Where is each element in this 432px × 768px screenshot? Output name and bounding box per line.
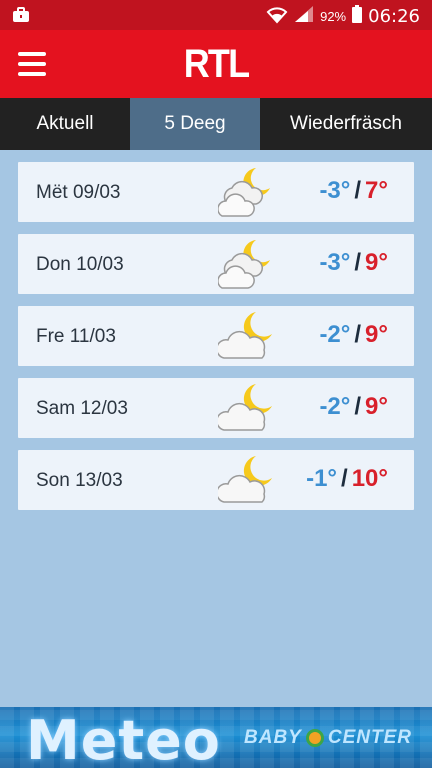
temp-separator: / [354, 321, 362, 348]
temperature-range: -2°/9° [319, 321, 388, 349]
ad-banner[interactable]: Meteo BABY CENTER [0, 707, 432, 768]
min-temp: -2° [319, 321, 351, 348]
forecast-row[interactable]: Son 13/03 -1°/10° [18, 450, 414, 510]
ad-title: Meteo [26, 709, 221, 768]
battery-percentage: 92% [320, 9, 347, 24]
wifi-icon [266, 4, 288, 29]
battery-icon [352, 5, 363, 28]
temperature-range: -1°/10° [306, 465, 388, 493]
partly-cloudy-night-icon [218, 312, 272, 359]
forecast-row[interactable]: Mët 09/03 -3°/7° [18, 162, 414, 222]
pacifier-icon [305, 729, 324, 747]
app-header: RTL [0, 30, 432, 98]
forecast-day: Sam 12/03 [36, 398, 128, 419]
forecast-day: Fre 11/03 [36, 326, 116, 347]
max-temp: 9° [365, 249, 388, 276]
min-temp: -1° [306, 465, 338, 492]
temp-separator: / [354, 249, 362, 276]
tab-aktuell[interactable]: Aktuell [0, 98, 130, 150]
max-temp: 9° [365, 393, 388, 420]
signal-icon [294, 5, 314, 28]
temperature-range: -3°/9° [319, 249, 388, 277]
min-temp: -3° [319, 177, 351, 204]
tab-5-deeg[interactable]: 5 Deeg [130, 98, 260, 150]
tab-wiederfrasch[interactable]: Wiederfräsch [260, 98, 432, 150]
forecast-day: Son 13/03 [36, 470, 123, 491]
forecast-row[interactable]: Fre 11/03 -2°/9° [18, 306, 414, 366]
clock: 06:26 [368, 6, 420, 27]
max-temp: 10° [351, 465, 388, 492]
temp-separator: / [354, 393, 362, 420]
min-temp: -2° [319, 393, 351, 420]
ad-sponsor-logo: BABY CENTER [244, 727, 412, 749]
cloudy-night-icon [218, 240, 270, 289]
partly-cloudy-night-icon [218, 384, 272, 431]
partly-cloudy-night-icon [218, 456, 272, 503]
min-temp: -3° [319, 249, 351, 276]
forecast-day: Mët 09/03 [36, 182, 121, 203]
cloudy-night-icon [218, 168, 270, 217]
rtl-logo: RTL [183, 42, 250, 86]
forecast-list: Mët 09/03 -3°/7° Don 10/03 -3°/9° Fre 11… [18, 162, 414, 522]
temperature-range: -2°/9° [319, 393, 388, 421]
forecast-row[interactable]: Sam 12/03 -2°/9° [18, 378, 414, 438]
tab-bar: Aktuell 5 Deeg Wiederfräsch [0, 98, 432, 150]
forecast-day: Don 10/03 [36, 254, 124, 275]
ad-brand-left: BABY [244, 727, 302, 748]
temperature-range: -3°/7° [319, 177, 388, 205]
max-temp: 9° [365, 321, 388, 348]
status-bar: 92% 06:26 [0, 0, 432, 30]
temp-separator: / [341, 465, 348, 492]
max-temp: 7° [365, 177, 388, 204]
briefcase-icon [12, 7, 30, 28]
forecast-row[interactable]: Don 10/03 -3°/9° [18, 234, 414, 294]
ad-brand-right: CENTER [327, 727, 412, 748]
temp-separator: / [354, 177, 362, 204]
